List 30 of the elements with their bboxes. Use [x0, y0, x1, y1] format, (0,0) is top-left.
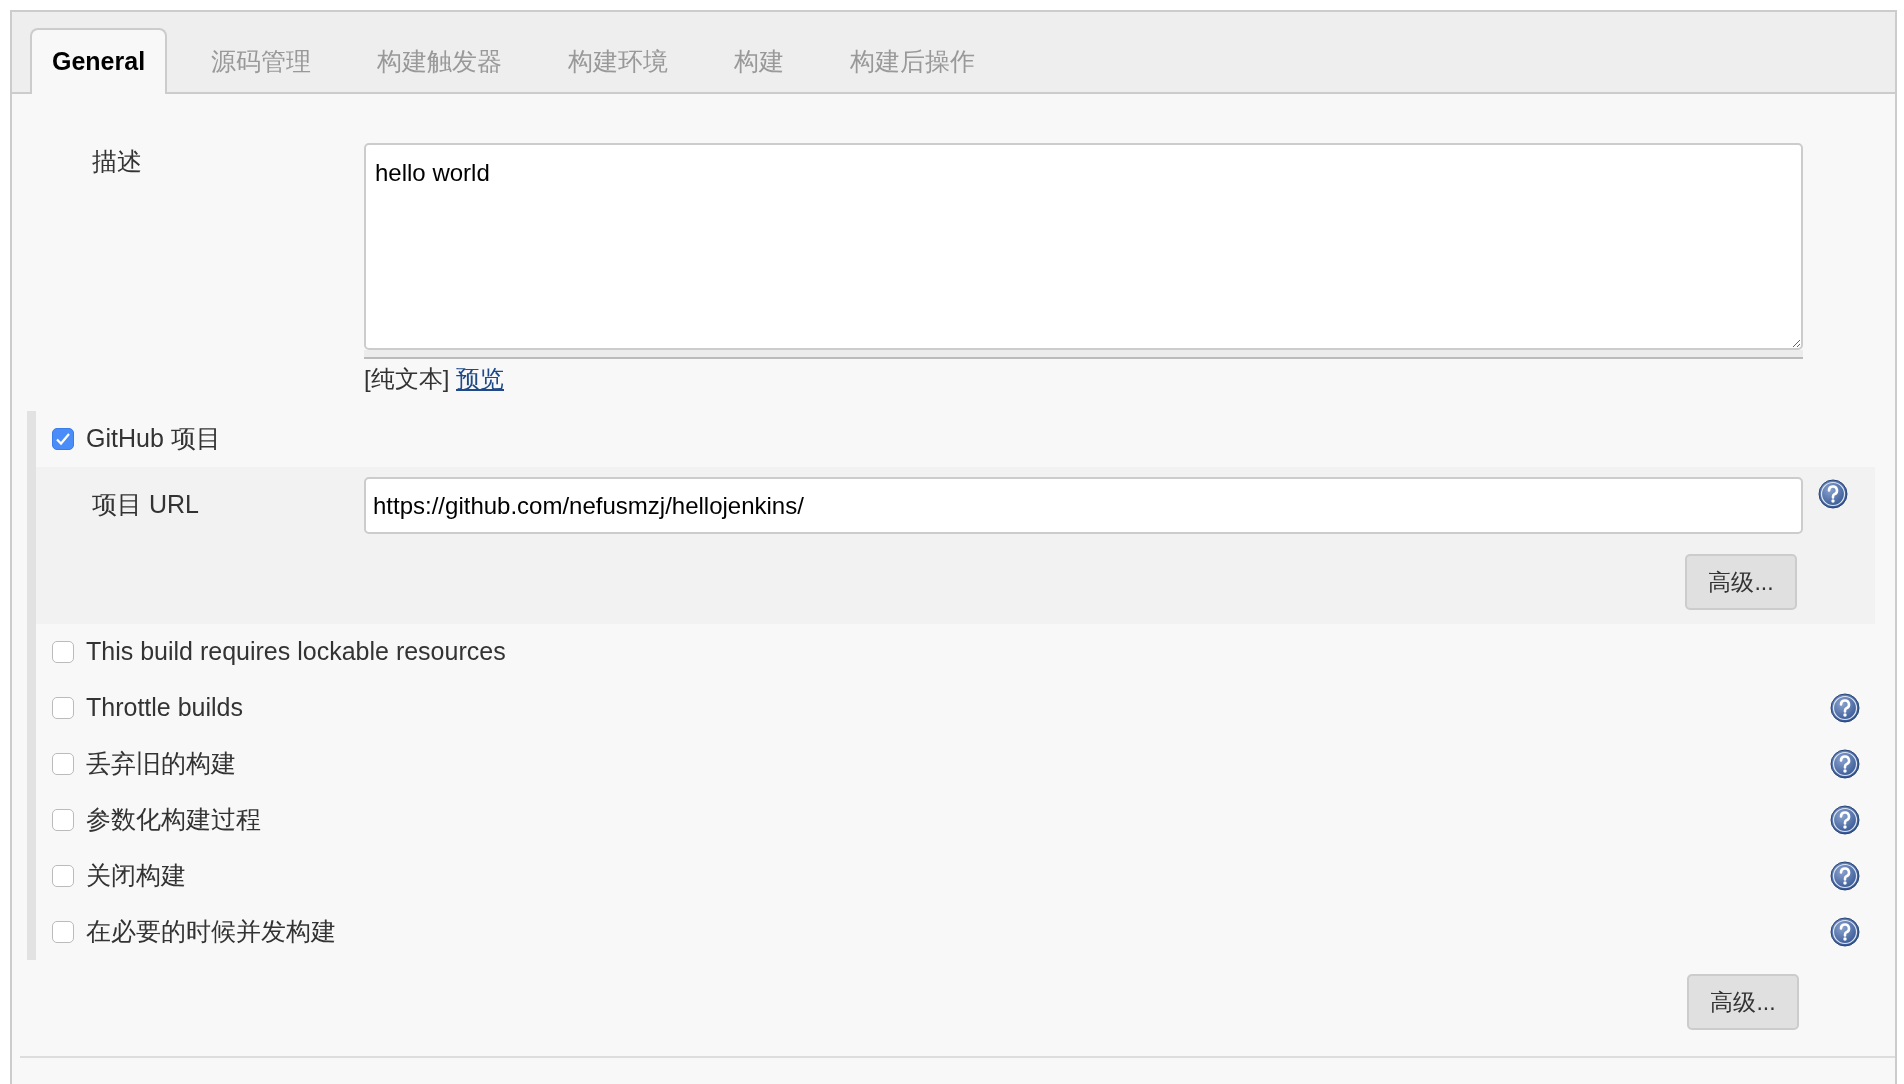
checkbox[interactable]: [52, 809, 74, 831]
help-icon[interactable]: [1830, 917, 1860, 947]
tab[interactable]: General: [30, 28, 168, 94]
checkbox[interactable]: [52, 865, 74, 887]
advanced-button[interactable]: 高级...: [1687, 974, 1799, 1030]
resize-grip[interactable]: [364, 350, 1803, 359]
description-field[interactable]: hello world: [364, 143, 1803, 350]
checkbox-label: 参数化构建过程: [86, 804, 261, 836]
checkbox-label: 关闭构建: [86, 860, 186, 892]
checkbox[interactable]: [52, 641, 74, 663]
help-icon[interactable]: [1830, 749, 1860, 779]
checkbox[interactable]: [52, 753, 74, 775]
field-label: 项目 URL: [92, 490, 199, 518]
help-icon[interactable]: [1818, 479, 1848, 509]
checkbox[interactable]: [52, 921, 74, 943]
checkbox-label: 在必要的时候并发构建: [86, 916, 336, 948]
field-label: 描述: [92, 147, 142, 175]
checkbox-label: Throttle builds: [86, 692, 244, 724]
checkbox-label: 丢弃旧的构建: [86, 748, 236, 780]
checkbox[interactable]: [52, 428, 74, 450]
checkbox-label: This build requires lockable resources: [86, 636, 506, 668]
help-icon[interactable]: [1830, 861, 1860, 891]
help-icon[interactable]: [1830, 693, 1860, 723]
checkbox-label: GitHub 项目: [86, 423, 221, 455]
help-icon[interactable]: [1830, 805, 1860, 835]
advanced-button[interactable]: 高级...: [1685, 554, 1797, 610]
url-field[interactable]: https://github.com/nefusmzj/hellojenkins/: [364, 477, 1803, 534]
format-label: [纯文本]: [364, 365, 450, 392]
checkbox[interactable]: [52, 697, 74, 719]
preview-link[interactable]: 预览: [456, 365, 504, 392]
